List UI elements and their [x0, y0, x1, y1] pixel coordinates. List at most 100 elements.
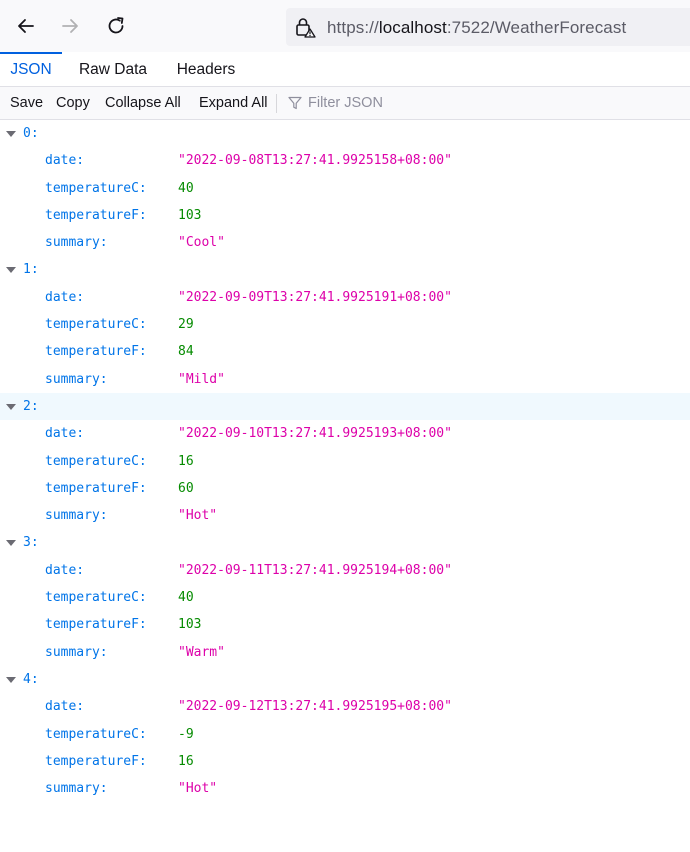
- property-key: temperatureC:: [45, 317, 147, 333]
- filter-json-input[interactable]: [304, 91, 512, 115]
- array-index: 1:: [23, 262, 39, 278]
- lock-warning-icon[interactable]: [294, 16, 316, 38]
- array-item-row[interactable]: 3:: [0, 529, 690, 556]
- expand-toggle-icon[interactable]: [5, 403, 17, 411]
- property-row[interactable]: summary: "Hot": [0, 775, 690, 802]
- reload-button[interactable]: [98, 8, 134, 44]
- property-value: 60: [178, 480, 194, 496]
- property-row[interactable]: date: "2022-09-09T13:27:41.9925191+08:00": [0, 284, 690, 311]
- property-key: summary:: [45, 371, 108, 387]
- url-scheme: https://: [327, 18, 379, 37]
- property-row[interactable]: temperatureC: 29: [0, 311, 690, 338]
- property-row[interactable]: date: "2022-09-11T13:27:41.9925194+08:00": [0, 557, 690, 584]
- viewer-tabs: JSON Raw Data Headers: [0, 52, 690, 87]
- property-value: 16: [178, 753, 194, 769]
- property-row[interactable]: temperatureF: 84: [0, 338, 690, 365]
- property-key: date:: [45, 562, 85, 578]
- array-index: 0:: [23, 126, 39, 141]
- property-value: "2022-09-10T13:27:41.9925193+08:00": [178, 426, 452, 442]
- property-value: 40: [178, 590, 194, 606]
- property-key: summary:: [45, 235, 108, 251]
- property-row[interactable]: date: "2022-09-10T13:27:41.9925193+08:00": [0, 420, 690, 447]
- property-row[interactable]: summary: "Mild": [0, 366, 690, 393]
- property-key: summary:: [45, 508, 108, 524]
- collapse-all-button[interactable]: Collapse All: [105, 87, 181, 119]
- property-row[interactable]: summary: "Hot": [0, 502, 690, 529]
- property-key: temperatureC:: [45, 726, 147, 742]
- property-key: date:: [45, 426, 85, 442]
- json-toolbar: Save Copy Collapse All Expand All: [0, 87, 690, 120]
- tab-headers[interactable]: Headers: [168, 52, 244, 86]
- property-value: 29: [178, 317, 194, 333]
- property-value: "2022-09-12T13:27:41.9925195+08:00": [178, 699, 452, 715]
- property-key: summary:: [45, 781, 108, 797]
- copy-button[interactable]: Copy: [56, 87, 90, 119]
- property-value: "Warm": [178, 644, 225, 660]
- property-value: -9: [178, 726, 194, 742]
- property-value: 84: [178, 344, 194, 360]
- property-row[interactable]: date: "2022-09-12T13:27:41.9925195+08:00": [0, 693, 690, 720]
- filter-icon: [288, 96, 302, 110]
- property-row[interactable]: temperatureF: 60: [0, 475, 690, 502]
- property-row[interactable]: temperatureF: 103: [0, 611, 690, 638]
- expand-all-button[interactable]: Expand All: [199, 87, 268, 119]
- expand-toggle-icon[interactable]: [5, 266, 17, 274]
- property-key: date:: [45, 289, 85, 305]
- back-button[interactable]: [8, 8, 44, 44]
- property-key: temperatureC:: [45, 590, 147, 606]
- expand-toggle-icon[interactable]: [5, 539, 17, 547]
- json-tree: 0: date: "2022-09-08T13:27:41.9925158+08:0…: [0, 120, 690, 802]
- array-index: 2:: [23, 398, 39, 414]
- forward-button[interactable]: [52, 8, 88, 44]
- property-value: "2022-09-11T13:27:41.9925194+08:00": [178, 562, 452, 578]
- property-key: temperatureF:: [45, 344, 147, 360]
- property-key: temperatureF:: [45, 207, 147, 223]
- array-item-row[interactable]: 1:: [0, 256, 690, 283]
- property-value: "2022-09-08T13:27:41.9925158+08:00": [178, 153, 452, 169]
- toolbar-divider: [276, 94, 277, 113]
- property-key: temperatureF:: [45, 617, 147, 633]
- property-value: "Hot": [178, 781, 218, 797]
- property-key: temperatureC:: [45, 453, 147, 469]
- property-value: 103: [178, 617, 202, 633]
- expand-toggle-icon[interactable]: [5, 130, 17, 138]
- arrow-left-icon: [18, 19, 34, 33]
- arrow-right-icon: [62, 19, 78, 33]
- property-key: temperatureF:: [45, 480, 147, 496]
- property-value: "Cool": [178, 235, 225, 251]
- save-button[interactable]: Save: [10, 87, 43, 119]
- property-row[interactable]: temperatureF: 16: [0, 748, 690, 775]
- address-bar[interactable]: https://localhost:7522/WeatherForecast: [286, 8, 690, 46]
- property-row[interactable]: temperatureF: 103: [0, 202, 690, 229]
- url-path: :7522/WeatherForecast: [446, 18, 627, 37]
- array-index: 3:: [23, 535, 39, 551]
- property-row[interactable]: temperatureC: 40: [0, 175, 690, 202]
- url-text: https://localhost:7522/WeatherForecast: [327, 18, 626, 38]
- property-row[interactable]: temperatureC: 40: [0, 584, 690, 611]
- url-host: localhost: [378, 18, 447, 37]
- property-value: "2022-09-09T13:27:41.9925191+08:00": [178, 289, 452, 305]
- array-index: 4:: [23, 671, 39, 687]
- property-value: "Mild": [178, 371, 225, 387]
- property-key: date:: [45, 699, 85, 715]
- tab-raw-data[interactable]: Raw Data: [70, 52, 156, 86]
- property-key: summary:: [45, 644, 108, 660]
- property-row[interactable]: summary: "Cool": [0, 229, 690, 256]
- array-item-row[interactable]: 2:: [0, 392, 690, 421]
- property-row[interactable]: temperatureC: 16: [0, 448, 690, 475]
- property-value: "Hot": [178, 508, 218, 524]
- property-row[interactable]: temperatureC: -9: [0, 721, 690, 748]
- browser-toolbar: https://localhost:7522/WeatherForecast: [0, 0, 690, 52]
- property-key: temperatureF:: [45, 753, 147, 769]
- property-row[interactable]: date: "2022-09-08T13:27:41.9925158+08:00": [0, 147, 690, 174]
- property-key: temperatureC:: [45, 180, 147, 196]
- array-item-row[interactable]: 0:: [0, 120, 690, 147]
- property-value: 103: [178, 207, 202, 223]
- reload-icon: [108, 17, 124, 34]
- array-item-row[interactable]: 4:: [0, 666, 690, 693]
- property-key: date:: [45, 153, 85, 169]
- property-row[interactable]: summary: "Warm": [0, 639, 690, 666]
- tab-json[interactable]: JSON: [0, 52, 62, 86]
- property-value: 40: [178, 180, 194, 196]
- expand-toggle-icon[interactable]: [5, 676, 17, 684]
